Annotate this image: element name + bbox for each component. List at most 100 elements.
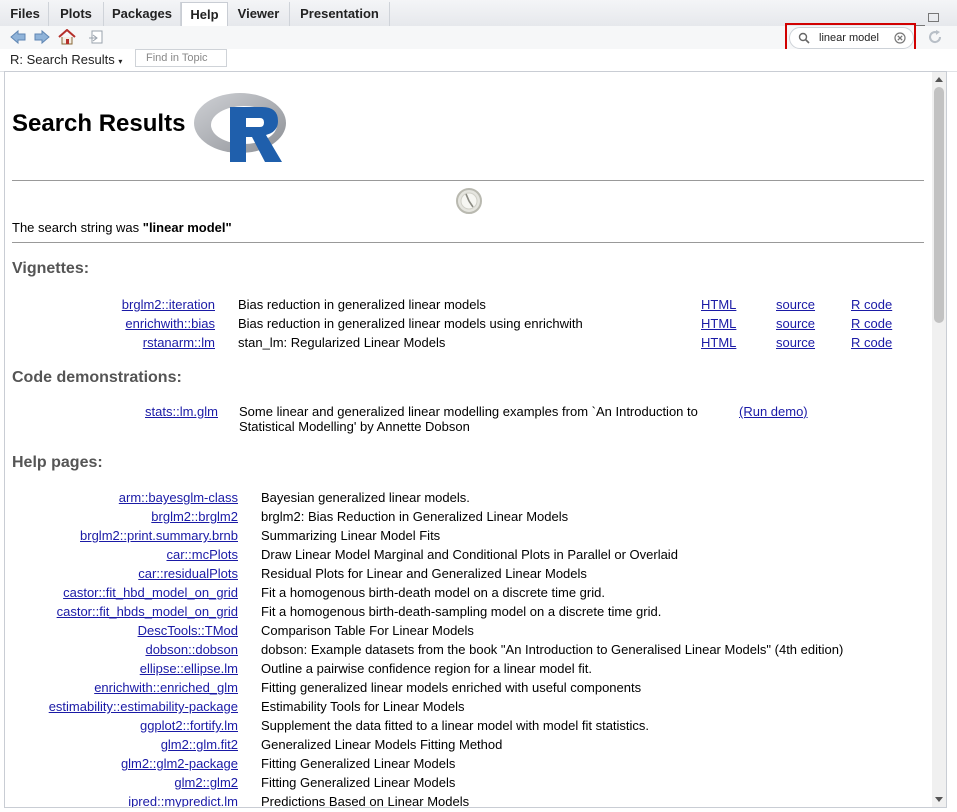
topic-bar: R: Search Results ▾ Find in Topic [0,49,957,72]
help-page-link[interactable]: brglm2::print.summary.brnb [80,528,238,543]
help-page-description: Generalized Linear Models Fitting Method [261,737,503,752]
help-page-row: glm2::glm2-package Fitting Generalized Li… [12,756,924,775]
help-page-description: Estimability Tools for Linear Models [261,699,465,714]
help-content-frame: Search Results The search string was "li… [4,71,947,808]
scrollbar-thumb[interactable] [934,87,944,323]
vertical-scrollbar[interactable] [932,72,946,807]
help-page-link[interactable]: glm2::glm2 [174,775,238,790]
help-pages-heading: Help pages: [12,454,103,471]
help-page-row: arm::bayesglm-class Bayesian generalized … [12,490,924,509]
help-page-link[interactable]: enrichwith::enriched_glm [94,680,238,695]
r-logo [194,93,286,162]
tab-plots[interactable]: Plots [49,2,104,26]
help-page-description: Bayesian generalized linear models. [261,490,470,505]
help-page-row: glm2::glm.fit2 Generalized Linear Models … [12,737,924,756]
help-page-description: Comparison Table For Linear Models [261,623,474,638]
vignette-source-link[interactable]: source [776,335,815,350]
demo-description: Some linear and generalized linear model… [239,404,698,434]
help-page-link[interactable]: brglm2::brglm2 [151,509,238,524]
forward-arrow-icon[interactable] [33,29,51,45]
help-page-description: Fitting Generalized Linear Models [261,756,456,771]
demos-heading: Code demonstrations: [12,369,182,386]
help-page-description: Supplement the data fitted to a linear m… [261,718,650,733]
tab-presentation[interactable]: Presentation [290,2,390,26]
vignette-description: stan_lm: Regularized Linear Models [238,335,446,350]
vignette-rcode-link[interactable]: R code [851,297,892,312]
chevron-down-icon: ▾ [118,57,123,66]
vignette-rcode-link[interactable]: R code [851,316,892,331]
tab-packages[interactable]: Packages [104,2,181,26]
divider [12,180,924,181]
help-page-row: castor::fit_hbd_model_on_grid Fit a homog… [12,585,924,604]
vignette-source-link[interactable]: source [776,297,815,312]
loading-spinner-icon [456,188,482,214]
help-page-link[interactable]: arm::bayesglm-class [119,490,238,505]
help-page-link[interactable]: car::mcPlots [166,547,238,562]
search-string-line: The search string was "linear model" [12,220,232,235]
vignette-row: enrichwith::bias Bias reduction in gener… [12,316,924,335]
help-page-link[interactable]: castor::fit_hbds_model_on_grid [57,604,238,619]
vignette-row: rstanarm::lm stan_lm: Regularized Linear… [12,335,924,354]
page-title: Search Results [12,110,186,137]
help-page-link[interactable]: dobson::dobson [145,642,238,657]
refresh-icon[interactable] [926,29,944,45]
vignette-link[interactable]: brglm2::iteration [122,297,215,312]
tab-files[interactable]: Files [2,2,49,26]
tab-help[interactable]: Help [181,2,228,27]
help-page-row: enrichwith::enriched_glm Fitting generali… [12,680,924,699]
tab-viewer[interactable]: Viewer [228,2,290,26]
vignette-html-link[interactable]: HTML [701,335,736,350]
vignette-html-link[interactable]: HTML [701,297,736,312]
search-highlight-box [785,23,916,52]
help-page-row: castor::fit_hbds_model_on_grid Fit a homo… [12,604,924,623]
help-page-description: Summarizing Linear Model Fits [261,528,441,543]
help-page-description: Fitting generalized linear models enrich… [261,680,642,695]
divider [12,242,924,243]
help-page-link[interactable]: glm2::glm.fit2 [161,737,238,752]
help-page-link[interactable]: DescTools::TMod [138,623,238,638]
scroll-up-icon[interactable] [935,77,943,82]
demo-link[interactable]: stats::lm.glm [145,404,218,419]
back-arrow-icon[interactable] [9,29,27,45]
help-page-link[interactable]: car::residualPlots [138,566,238,581]
help-page-row: car::residualPlots Residual Plots for Lin… [12,566,924,585]
run-demo-link[interactable]: (Run demo) [739,404,808,419]
vignettes-heading: Vignettes: [12,260,90,277]
help-page-row: dobson::dobson dobson: Example datasets f… [12,642,924,661]
help-page-link[interactable]: ellipse::ellipse.lm [140,661,238,676]
vignette-source-link[interactable]: source [776,316,815,331]
vignette-html-link[interactable]: HTML [701,316,736,331]
find-in-topic-input[interactable]: Find in Topic [135,49,227,67]
vignette-row: brglm2::iteration Bias reduction in gene… [12,297,924,316]
vignette-link[interactable]: rstanarm::lm [143,335,215,350]
help-page-description: brglm2: Bias Reduction in Generalized Li… [261,509,569,524]
help-page-description: dobson: Example datasets from the book "… [261,642,844,657]
scroll-down-icon[interactable] [935,797,943,802]
help-page-link[interactable]: estimability::estimability-package [49,699,238,714]
print-icon[interactable] [88,29,106,45]
vignette-rcode-link[interactable]: R code [851,335,892,350]
vignette-description: Bias reduction in generalized linear mod… [238,316,583,331]
help-page-description: Fit a homogenous birth-death model on a … [261,585,605,600]
help-page-row: ipred::mypredict.lm Predictions Based on … [12,794,924,808]
help-page-description: Predictions Based on Linear Models [261,794,470,808]
help-page-link[interactable]: castor::fit_hbd_model_on_grid [63,585,238,600]
vignette-link[interactable]: enrichwith::bias [125,316,215,331]
help-page-description: Fit a homogenous birth-death-sampling mo… [261,604,662,619]
help-page-link[interactable]: glm2::glm2-package [121,756,238,771]
help-page-description: Fitting Generalized Linear Models [261,775,456,790]
help-page-row: glm2::glm2 Fitting Generalized Linear Mod… [12,775,924,794]
maximize-icon[interactable] [928,13,939,22]
help-page-link[interactable]: ggplot2::fortify.lm [140,718,238,733]
help-page-row: ellipse::ellipse.lm Outline a pairwise co… [12,661,924,680]
help-page-link[interactable]: ipred::mypredict.lm [128,794,238,807]
topic-dropdown[interactable]: R: Search Results ▾ [10,52,122,67]
help-page-row: brglm2::brglm2 brglm2: Bias Reduction in … [12,509,924,528]
help-page-description: Residual Plots for Linear and Generalize… [261,566,587,581]
help-page-row: ggplot2::fortify.lm Supplement the data f… [12,718,924,737]
vignette-description: Bias reduction in generalized linear mod… [238,297,486,312]
home-icon[interactable] [58,29,76,45]
help-page-row: brglm2::print.summary.brnb Summarizing Li… [12,528,924,547]
help-page-description: Draw Linear Model Marginal and Condition… [261,547,678,562]
help-page-row: estimability::estimability-package Estima… [12,699,924,718]
